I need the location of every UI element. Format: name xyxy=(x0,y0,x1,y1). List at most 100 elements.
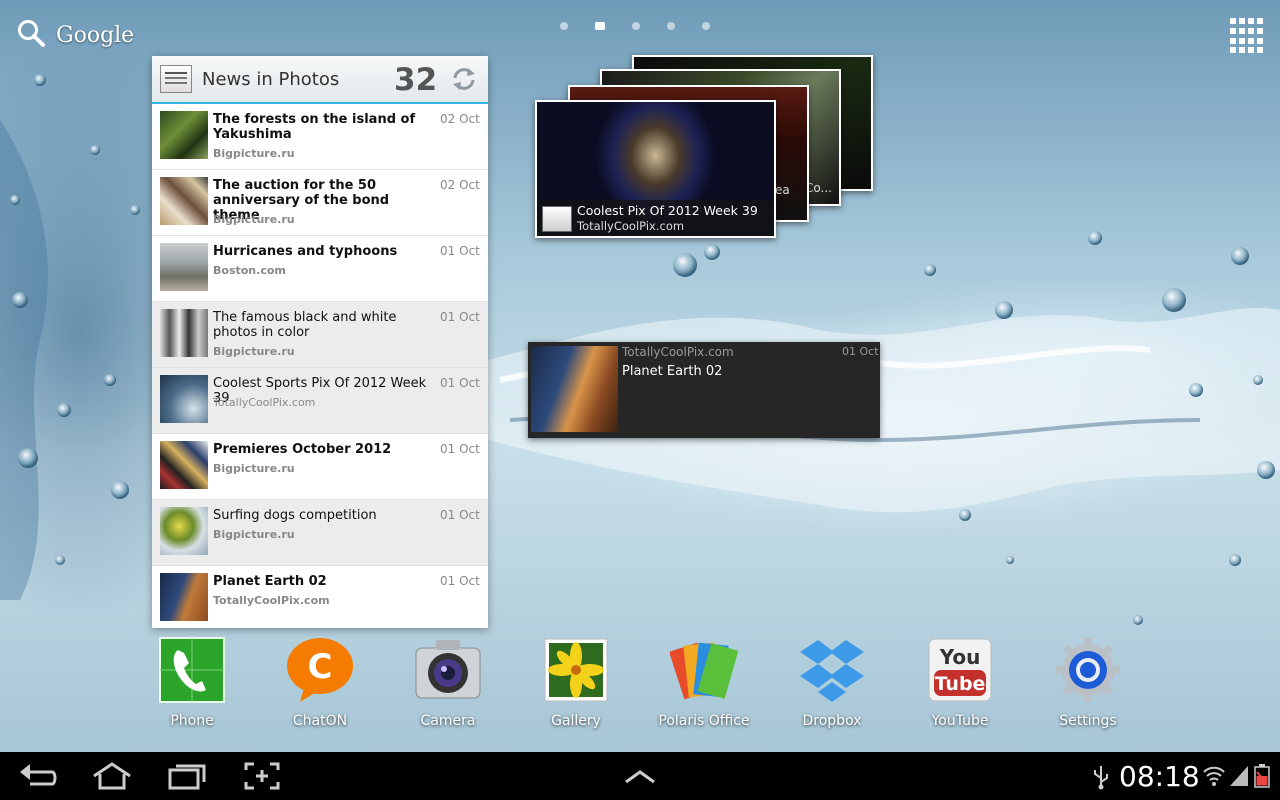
news-source: Bigpicture.ru xyxy=(213,147,295,160)
news-source: TotallyCoolPix.com xyxy=(622,345,734,359)
app-label: YouTube xyxy=(931,713,989,729)
youtube-icon: You Tube xyxy=(926,636,994,704)
news-date: 02 Oct xyxy=(440,178,480,192)
news-thumbnail xyxy=(160,573,208,621)
news-source: Bigpicture.ru xyxy=(213,345,295,358)
usb-icon xyxy=(1092,764,1110,794)
news-thumbnail xyxy=(160,177,208,225)
newspaper-logo-icon xyxy=(160,65,192,93)
page-dot xyxy=(560,22,568,30)
news-thumbnail xyxy=(160,507,208,555)
app-chaton[interactable]: C ChatON xyxy=(260,636,380,729)
app-dropbox[interactable]: Dropbox xyxy=(772,636,892,729)
news-source: Bigpicture.ru xyxy=(213,528,295,541)
news-date: 02 Oct xyxy=(440,112,480,126)
page-dot-active xyxy=(595,22,605,30)
app-label: Camera xyxy=(420,713,476,729)
page-dot xyxy=(702,22,710,30)
news-date: 01 Oct xyxy=(440,574,480,588)
signal-icon xyxy=(1228,764,1250,792)
app-label: Polaris Office xyxy=(658,713,750,729)
stack-caption-source: TotallyCoolPix.com xyxy=(577,219,685,233)
news-date: 01 Oct xyxy=(440,376,480,390)
news-source: Bigpicture.ru xyxy=(213,462,295,475)
system-navigation-bar: 08:18 xyxy=(0,752,1280,800)
widget-header: News in Photos 32 xyxy=(152,56,488,104)
stack-caption: Coolest Pix Of 2012 Week 39 TotallyCoolP… xyxy=(537,200,774,236)
wifi-icon xyxy=(1202,764,1226,792)
news-headline: The famous black and white photos in col… xyxy=(213,310,397,340)
news-thumbnail xyxy=(160,111,208,159)
refresh-icon[interactable] xyxy=(450,65,478,93)
app-dock: Phone C ChatON Camera Gallery Polaris Of… xyxy=(0,636,1280,736)
screenshot-icon[interactable] xyxy=(240,760,284,792)
settings-icon xyxy=(1054,636,1122,704)
newspaper-logo-icon xyxy=(542,206,572,232)
news-list: The forests on the island of Yakushima B… xyxy=(152,104,488,631)
news-thumbnail xyxy=(531,346,618,432)
recent-apps-icon[interactable] xyxy=(164,760,208,792)
home-icon[interactable] xyxy=(90,760,134,792)
news-thumbnail xyxy=(160,243,208,291)
photo-stack-widget[interactable]: Co... ea Coolest Pix Of 2012 Week 39 Tot… xyxy=(535,55,875,240)
news-thumbnail xyxy=(160,375,208,423)
app-label: Dropbox xyxy=(802,713,862,729)
chevron-up-icon[interactable] xyxy=(618,760,662,792)
stack-card-front[interactable]: Coolest Pix Of 2012 Week 39 TotallyCoolP… xyxy=(535,100,776,238)
news-headline: Hurricanes and typhoons xyxy=(213,244,398,259)
news-item-planet-earth[interactable]: Planet Earth 02 TotallyCoolPix.com 01 Oc… xyxy=(152,566,488,631)
back-icon[interactable] xyxy=(16,760,60,792)
news-card-widget[interactable]: TotallyCoolPix.com 01 Oct Planet Earth 0… xyxy=(528,342,880,438)
news-date: 01 Oct xyxy=(440,508,480,522)
news-item-bond-auction[interactable]: The auction for the 50 anniversary of th… xyxy=(152,170,488,236)
news-item-surfing-dogs[interactable]: Surfing dogs competition Bigpicture.ru 0… xyxy=(152,500,488,566)
battery-icon xyxy=(1254,764,1270,792)
page-dot xyxy=(632,22,640,30)
news-source: TotallyCoolPix.com xyxy=(213,594,330,607)
app-label: Settings xyxy=(1059,713,1117,729)
phone-icon xyxy=(158,636,226,704)
svg-text:Tube: Tube xyxy=(935,673,986,695)
news-headline: Planet Earth 02 xyxy=(622,364,723,379)
app-label: ChatON xyxy=(292,713,348,729)
news-date: 01 Oct xyxy=(440,310,480,324)
apps-grid-icon[interactable] xyxy=(1230,18,1266,54)
page-indicator xyxy=(560,22,710,30)
chaton-icon: C xyxy=(286,636,354,704)
app-camera[interactable]: Camera xyxy=(388,636,508,729)
news-headline: The forests on the island of Yakushima xyxy=(213,112,416,142)
news-thumbnail xyxy=(160,309,208,357)
news-date: 01 Oct xyxy=(440,244,480,258)
camera-icon xyxy=(414,636,482,704)
news-headline: Surfing dogs competition xyxy=(213,508,377,523)
news-item-premieres[interactable]: Premieres October 2012 Bigpicture.ru 01 … xyxy=(152,434,488,500)
news-source: TotallyCoolPix.com xyxy=(213,396,316,409)
app-youtube[interactable]: You Tube YouTube xyxy=(900,636,1020,729)
google-search-label: Google xyxy=(56,22,135,48)
news-in-photos-widget: News in Photos 32 The forests on the isl… xyxy=(152,56,488,628)
news-source: Boston.com xyxy=(213,264,286,277)
app-label: Phone xyxy=(170,713,214,729)
stack-caption-title: Coolest Pix Of 2012 Week 39 xyxy=(577,203,758,218)
app-gallery[interactable]: Gallery xyxy=(516,636,636,729)
app-settings[interactable]: Settings xyxy=(1028,636,1148,729)
news-date: 01 Oct xyxy=(440,442,480,456)
svg-text:You: You xyxy=(939,645,981,669)
news-thumbnail xyxy=(160,441,208,489)
app-polaris-office[interactable]: Polaris Office xyxy=(644,636,764,729)
polaris-office-icon xyxy=(669,636,739,704)
widget-title: News in Photos xyxy=(202,68,340,90)
news-item-bw-photos[interactable]: The famous black and white photos in col… xyxy=(152,302,488,368)
stack-card-text: ea xyxy=(775,183,790,197)
news-item-hurricanes[interactable]: Hurricanes and typhoons Boston.com 01 Oc… xyxy=(152,236,488,302)
stack-card-text: Co... xyxy=(805,181,832,195)
news-date: 01 Oct xyxy=(842,345,879,358)
news-item-sports-pix[interactable]: Coolest Sports Pix Of 2012 Week 39 Total… xyxy=(152,368,488,434)
app-label: Gallery xyxy=(551,713,601,729)
gallery-icon xyxy=(542,636,610,704)
dropbox-icon xyxy=(798,636,866,704)
news-item-yakushima[interactable]: The forests on the island of Yakushima B… xyxy=(152,104,488,170)
google-search-bar[interactable]: Google xyxy=(16,18,134,52)
unread-count: 32 xyxy=(394,62,438,98)
app-phone[interactable]: Phone xyxy=(132,636,252,729)
